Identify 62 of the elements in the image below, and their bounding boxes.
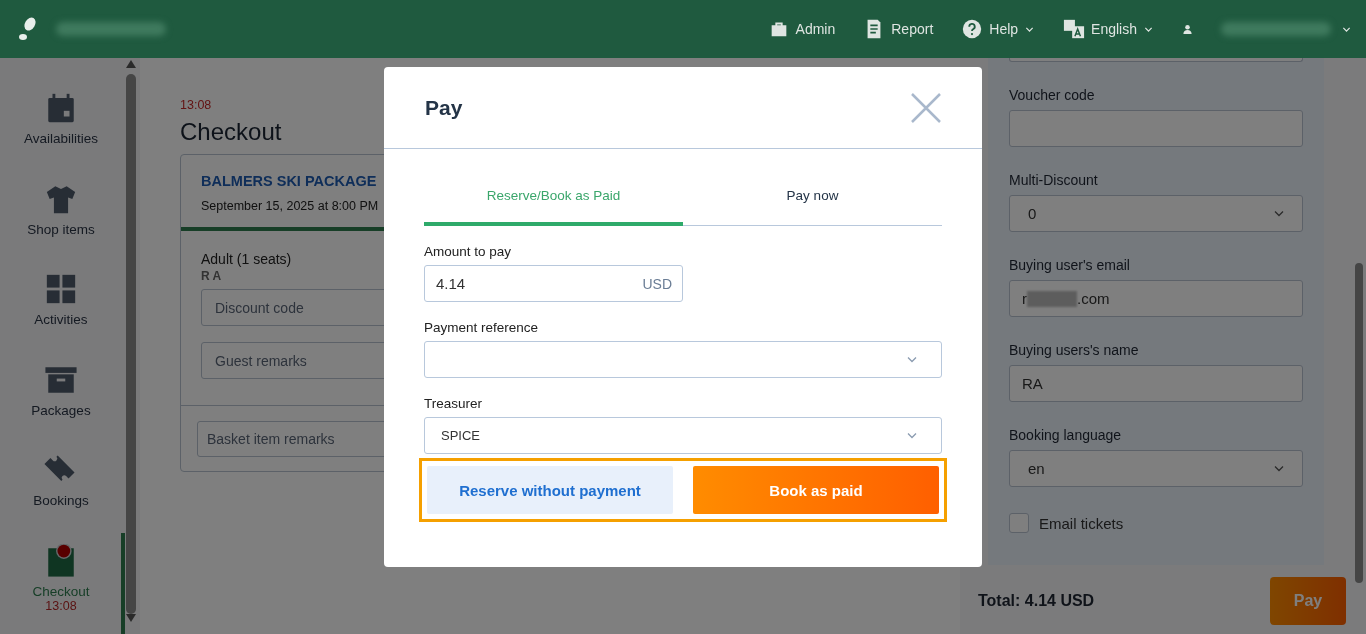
- tab[interactable]: Pay now: [683, 169, 942, 226]
- guest-name: R A: [201, 269, 222, 283]
- book-as-paid-button[interactable]: Book as paid: [693, 466, 939, 514]
- sidebar-item[interactable]: Bookings: [0, 453, 122, 544]
- field-label: Payment reference: [424, 320, 540, 335]
- field-label: Booking language: [1009, 427, 1123, 443]
- field-label: Buying users's name: [1009, 342, 1140, 358]
- sidebar-label: Bookings: [33, 493, 89, 508]
- menu-item[interactable]: Report: [863, 18, 934, 40]
- translate-icon: [1063, 18, 1086, 40]
- menu-label: Help: [989, 21, 1019, 37]
- chevron-icon: [1274, 209, 1284, 218]
- sidebar-label: Shop items: [27, 221, 95, 237]
- scroll-up-icon: [126, 60, 136, 68]
- select-field[interactable]: en: [1009, 450, 1303, 487]
- currency-label: USD: [642, 275, 672, 292]
- checkbox[interactable]: [1009, 513, 1029, 533]
- user-icon: [1182, 23, 1193, 35]
- chevron-icon: [1274, 464, 1284, 473]
- tab[interactable]: Reserve/Book as Paid: [424, 169, 683, 226]
- sidebar-label: Activities: [34, 312, 88, 327]
- ticket-type: Adult (1 seats): [201, 251, 292, 267]
- field-label: Amount to pay: [424, 244, 513, 259]
- sidebar-label: Availabilities: [23, 131, 98, 146]
- field-label: Buying user's email: [1009, 257, 1131, 273]
- sidebar-item[interactable]: Activities: [0, 272, 122, 363]
- sidebar-item[interactable]: Shop items: [0, 181, 122, 272]
- input-field[interactable]: RA: [1009, 365, 1303, 402]
- field-label: Treasurer: [424, 396, 483, 411]
- event-date: September 15, 2025 at 8:00 PM: [201, 199, 379, 213]
- input-field[interactable]: 4.14 USD: [424, 265, 683, 302]
- menu-label: Admin: [795, 21, 836, 37]
- menu-item[interactable]: English: [1063, 18, 1154, 40]
- field-label: Multi-Discount: [1009, 172, 1099, 188]
- chevron-icon: [907, 431, 917, 440]
- sidebar-label: Checkout: [32, 583, 90, 599]
- dialog-title: Pay: [425, 95, 463, 120]
- user-menu[interactable]: [1182, 22, 1352, 36]
- menu-label: English: [1091, 21, 1137, 37]
- select-field[interactable]: [424, 341, 942, 378]
- chevron-icon: [907, 355, 917, 364]
- close-icon[interactable]: [910, 91, 942, 124]
- menu-label: Report: [891, 21, 934, 37]
- reserve-button[interactable]: Reserve without payment: [427, 466, 673, 514]
- menu-item[interactable]: Admin: [767, 18, 836, 40]
- menu-item[interactable]: Help: [961, 18, 1036, 40]
- select-field[interactable]: SPICE: [424, 417, 942, 454]
- grid-icon: [44, 272, 78, 306]
- help-icon: [961, 18, 984, 40]
- page-title: Checkout: [180, 118, 282, 146]
- sidebar-item[interactable]: Packages: [0, 362, 122, 453]
- sidebar-item[interactable]: Availabilities: [0, 91, 122, 182]
- select-field[interactable]: 0: [1009, 195, 1303, 232]
- countdown-timer: 13:08: [45, 598, 77, 613]
- field-label: Voucher code: [1009, 87, 1096, 103]
- input-field[interactable]: r .com: [1009, 280, 1303, 317]
- sidebar-label: Packages: [31, 402, 91, 418]
- order-total: Total: 4.14 USD: [978, 592, 1095, 610]
- checkbox-label: Email tickets: [1039, 514, 1124, 532]
- package-name: BALMERS SKI PACKAGE: [201, 173, 377, 189]
- countdown-timer: 13:08: [180, 98, 212, 112]
- scrollbar-thumb[interactable]: [1355, 263, 1363, 583]
